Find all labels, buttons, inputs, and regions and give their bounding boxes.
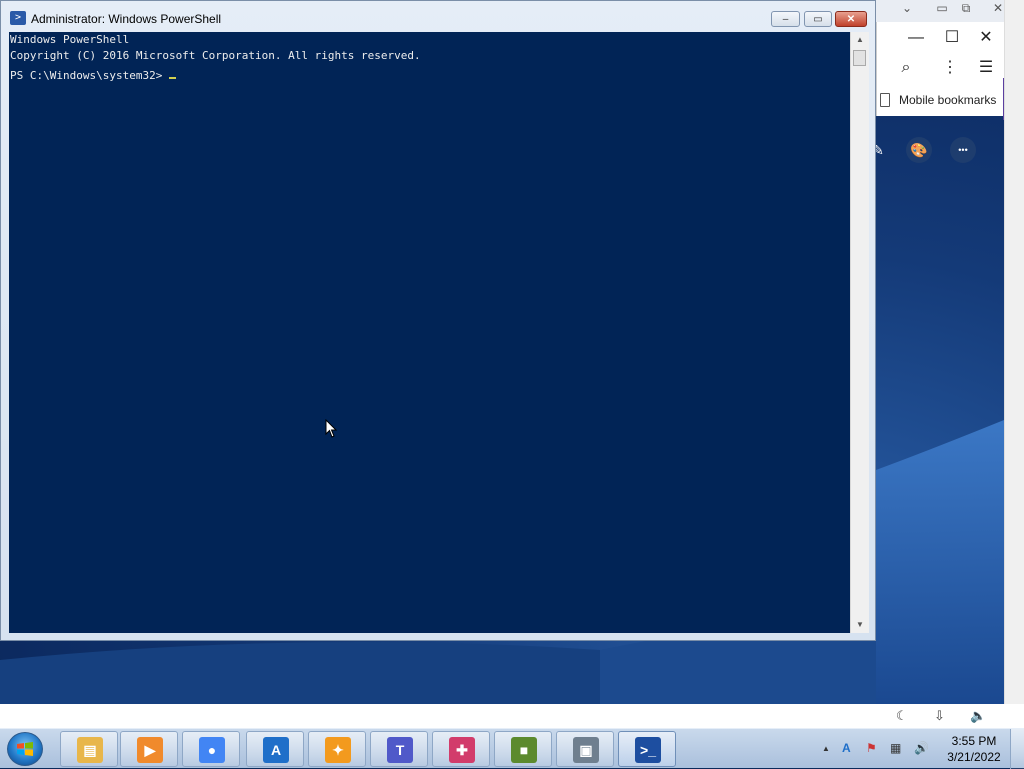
background-scrollbar[interactable]: [1004, 0, 1024, 704]
palette-icon[interactable]: 🎨: [906, 137, 932, 163]
show-hidden-icons-icon[interactable]: ▲: [822, 744, 830, 753]
bg-minimize-icon[interactable]: ▭: [932, 0, 952, 16]
system-tray: ▲ A ⚑ ▦ 🔊: [820, 729, 944, 769]
mouse-pointer-icon: [325, 419, 338, 438]
moon-icon[interactable]: ☾: [896, 708, 908, 724]
network-icon[interactable]: ▦: [890, 741, 901, 755]
window-title: Administrator: Windows PowerShell: [31, 12, 222, 26]
file-explorer-icon: ▤: [77, 737, 103, 763]
search-icon[interactable]: ⌕: [897, 60, 915, 76]
text-cursor: [168, 77, 176, 79]
colorful-app-icon: ✚: [449, 737, 475, 763]
taskbar-app-a-button[interactable]: A: [246, 731, 304, 767]
powershell-icon: >: [10, 11, 26, 25]
browser-close-button[interactable]: ✕: [977, 30, 995, 46]
taskbar-chrome-button[interactable]: ●: [182, 731, 240, 767]
taskbar-colorful-app-button[interactable]: ✚: [432, 731, 490, 767]
action-center-flag-icon[interactable]: ⚑: [866, 741, 877, 755]
windows-logo-icon: [17, 742, 33, 756]
bookmark-folder-icon: [880, 93, 890, 107]
media-player-icon: ▶: [137, 737, 163, 763]
download-icon[interactable]: ⇩: [934, 708, 945, 724]
console-prompt-line: PS C:\Windows\system32>: [9, 68, 850, 84]
start-button[interactable]: [7, 732, 43, 766]
taskbar-system-monitor-button[interactable]: ▣: [556, 731, 614, 767]
minimize-button[interactable]: –: [771, 11, 800, 27]
scroll-down-arrow-icon[interactable]: ▼: [851, 617, 869, 633]
powershell-window: > Administrator: Windows PowerShell – ▭ …: [0, 0, 876, 641]
more-dots-button[interactable]: •••: [950, 137, 976, 163]
scroll-thumb[interactable]: [853, 50, 866, 66]
background-window-titlebar: ⌄ ▭ ⧉ ✕: [876, 0, 1024, 22]
clock[interactable]: 3:55 PM 3/21/2022: [944, 733, 1004, 765]
taskbar-file-explorer-button[interactable]: ▤: [60, 731, 118, 767]
bg-restore-icon[interactable]: ⧉: [956, 0, 976, 16]
clock-time: 3:55 PM: [951, 734, 997, 748]
console-scrollbar[interactable]: ▲ ▼: [850, 32, 869, 633]
teams-icon: T: [387, 737, 413, 763]
language-icon[interactable]: A: [842, 741, 851, 755]
taskbar-media-player-button[interactable]: ▶: [120, 731, 178, 767]
browser-caption-row: — ☐ ✕: [877, 22, 1005, 52]
uc-browser-icon: ✦: [325, 737, 351, 763]
browser-maximize-button[interactable]: ☐: [943, 30, 961, 46]
mobile-bookmarks-label: Mobile bookmarks: [899, 93, 997, 107]
taskbar-powershell-button[interactable]: >_: [618, 731, 676, 767]
chevron-down-icon[interactable]: ⌄: [900, 0, 914, 16]
more-options-icon[interactable]: ⋮: [941, 60, 959, 76]
taskbar-minecraft-button[interactable]: ■: [494, 731, 552, 767]
console-prompt: PS C:\Windows\system32>: [10, 69, 169, 82]
scroll-up-arrow-icon[interactable]: ▲: [851, 32, 869, 48]
notification-strip: ☾ ⇩ 🔈: [0, 704, 1024, 728]
console-line-2: Copyright (C) 2016 Microsoft Corporation…: [10, 49, 421, 62]
system-monitor-icon: ▣: [573, 737, 599, 763]
browser-window: — ☐ ✕ ⌕ ⋮ ☰ Mobile bookmarks: [876, 22, 1005, 120]
console-area[interactable]: Windows PowerShell Copyright (C) 2016 Mi…: [9, 32, 850, 633]
console-line-1: Windows PowerShell: [10, 33, 130, 46]
volume-icon[interactable]: 🔈: [970, 708, 986, 724]
volume-icon[interactable]: 🔊: [914, 741, 929, 755]
taskbar-uc-browser-button[interactable]: ✦: [308, 731, 366, 767]
clock-date: 3/21/2022: [947, 750, 1001, 764]
show-desktop-button[interactable]: [1010, 729, 1024, 769]
browser-minimize-button[interactable]: —: [907, 30, 925, 46]
maximize-button[interactable]: ▭: [804, 11, 832, 27]
minecraft-icon: ■: [511, 737, 537, 763]
menu-icon[interactable]: ☰: [977, 60, 995, 76]
taskbar: ▤ ▶ ● A ✦ T ✚ ■ ▣ >_ ▲ A ⚑ ▦ 🔊 3:55 PM 3/21/2022: [0, 728, 1024, 769]
close-button[interactable]: ✕: [835, 11, 867, 27]
powershell-icon: >_: [635, 737, 661, 763]
app-a-icon: A: [263, 737, 289, 763]
mobile-bookmarks-link[interactable]: Mobile bookmarks: [877, 88, 1005, 112]
taskbar-teams-button[interactable]: T: [370, 731, 428, 767]
chrome-icon: ●: [199, 737, 225, 763]
